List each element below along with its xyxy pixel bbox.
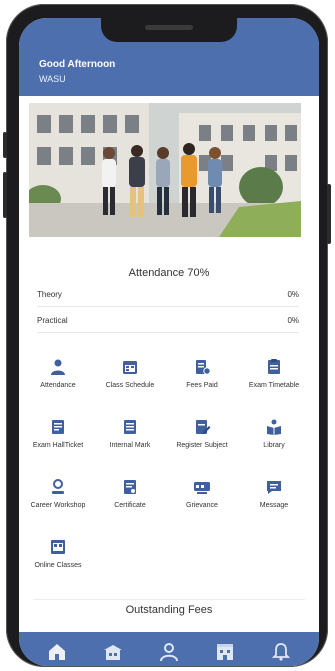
profile-icon	[160, 643, 178, 662]
fees-icon	[196, 360, 211, 375]
menu-item-label: Register Subject	[176, 442, 228, 449]
menu-item-label: Internal Mark	[109, 442, 151, 449]
menu-item-label: Exam Timetable	[248, 382, 300, 389]
attendance-value: 0%	[287, 290, 299, 299]
campus-students-image	[29, 103, 319, 237]
menu-item-attendance[interactable]: Attendance	[24, 358, 92, 410]
grievance-icon	[194, 482, 210, 494]
schedule-icon	[123, 361, 137, 374]
menu-item-internal-mark[interactable]: Internal Mark	[96, 418, 164, 470]
side-button	[3, 132, 7, 158]
menu-item-label: Certificate	[114, 502, 146, 509]
register-icon	[196, 420, 211, 434]
bottom-navigation	[19, 632, 319, 666]
message-icon	[267, 481, 281, 494]
menu-item-label: Library	[263, 442, 285, 449]
app-screen: Good Afternoon WASU Attendance 70% Theor…	[19, 18, 319, 666]
certificate-icon	[124, 480, 136, 494]
outstanding-fees-title: Outstanding Fees	[125, 604, 213, 616]
menu-item-label: Message	[259, 502, 289, 509]
nav-notifications[interactable]	[267, 638, 295, 666]
person-icon	[51, 359, 65, 375]
menu-item-grievance[interactable]: Grievance	[168, 478, 236, 530]
bell-icon	[271, 643, 291, 661]
menu-item-online-classes[interactable]: Online Classes	[24, 538, 92, 590]
library-icon	[267, 419, 281, 435]
menu-item-label: Career Workshop	[30, 502, 86, 509]
menu-item-career-workshop[interactable]: Career Workshop	[24, 478, 92, 530]
menu-item-label: Fees Paid	[186, 382, 218, 389]
menu-item-label: Online Classes	[34, 562, 82, 569]
nav-profile[interactable]	[155, 638, 183, 666]
side-button	[327, 184, 331, 244]
nav-school[interactable]	[99, 638, 127, 666]
divider	[33, 599, 305, 600]
career-icon	[52, 479, 64, 494]
online-classes-icon	[51, 540, 65, 554]
attendance-label: Practical	[37, 316, 68, 325]
attendance-value: 0%	[287, 316, 299, 325]
menu-item-class-schedule[interactable]: Class Schedule	[96, 358, 164, 410]
attendance-title: Attendance 70%	[128, 267, 210, 279]
building-icon	[217, 644, 233, 660]
attendance-row-practical: Practical 0%	[37, 316, 299, 325]
menu-item-register-subject[interactable]: Register Subject	[168, 418, 236, 470]
school-icon	[104, 645, 122, 660]
phone-notch	[101, 18, 237, 42]
user-name: WASU	[39, 74, 66, 84]
divider	[37, 332, 299, 333]
menu-item-label: Grievance	[186, 502, 218, 509]
menu-item-exam-timetable[interactable]: Exam Timetable	[240, 358, 308, 410]
divider	[37, 306, 299, 307]
menu-item-label: Attendance	[40, 382, 76, 389]
nav-home[interactable]	[43, 638, 71, 666]
menu-item-certificate[interactable]: Certificate	[96, 478, 164, 530]
greeting-text: Good Afternoon	[39, 59, 116, 70]
nav-building[interactable]	[211, 638, 239, 666]
attendance-row-theory: Theory 0%	[37, 290, 299, 299]
menu-item-fees-paid[interactable]: Fees Paid	[168, 358, 236, 410]
menu-item-message[interactable]: Message	[240, 478, 308, 530]
menu-item-library[interactable]: Library	[240, 418, 308, 470]
hallticket-icon	[52, 420, 64, 434]
menu-item-exam-hallticket[interactable]: Exam HallTicket	[24, 418, 92, 470]
home-icon	[49, 644, 65, 660]
side-button	[3, 172, 7, 218]
menu-item-label: Exam HallTicket	[32, 442, 84, 449]
menu-item-label: Class Schedule	[105, 382, 155, 389]
attendance-label: Theory	[37, 290, 62, 299]
exam-timetable-icon	[268, 359, 280, 374]
marks-icon	[124, 420, 136, 434]
